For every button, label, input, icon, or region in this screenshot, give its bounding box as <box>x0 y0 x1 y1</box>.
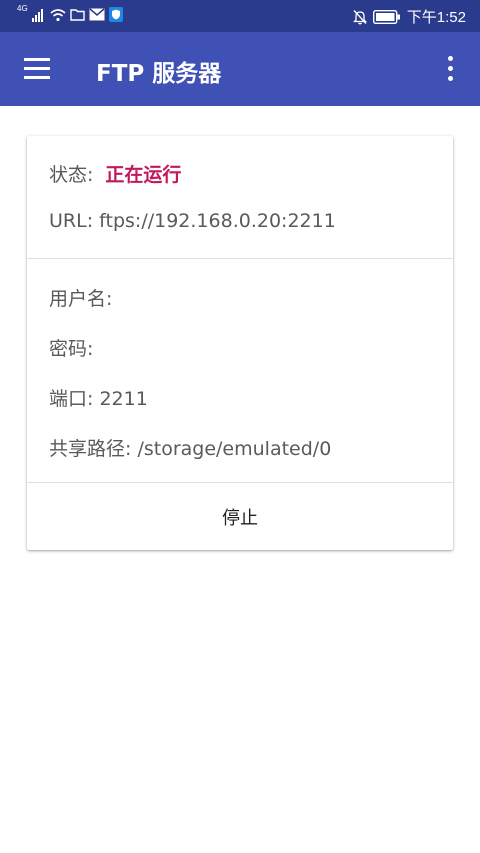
signal-icon <box>31 8 43 22</box>
hamburger-icon-line-2 <box>24 67 50 70</box>
status-bar-right: 下午1:52 <box>352 6 466 27</box>
password-label: 密码: <box>49 338 94 360</box>
share-path-value: /storage/emulated/0 <box>137 438 332 460</box>
more-vert-icon-dot-1 <box>448 56 453 61</box>
battery-icon <box>372 9 400 24</box>
stop-server-button[interactable]: 停止 <box>27 483 453 550</box>
server-status-card: 状态: 正在运行 URL: ftps://192.168.0.20:2211 用户… <box>27 136 453 550</box>
share-path-row: 共享路径: /storage/emulated/0 <box>49 434 331 461</box>
port-label: 端口: <box>49 388 94 410</box>
mail-icon <box>89 8 105 21</box>
port-value: 2211 <box>99 388 148 410</box>
shield-icon <box>108 7 123 22</box>
hamburger-icon-line-3 <box>24 76 50 79</box>
more-options-button[interactable] <box>438 53 462 85</box>
status-bar: 4G 下午1:52 <box>0 0 480 32</box>
status-value: 正在运行 <box>105 164 182 186</box>
app-title: FTP 服务器 <box>96 61 222 87</box>
share-path-label: 共享路径: <box>49 438 132 460</box>
port-row: 端口: 2211 <box>49 384 148 411</box>
url-label: URL: <box>49 210 94 232</box>
more-vert-icon-dot-2 <box>448 66 453 71</box>
status-bar-left: 4G <box>17 3 123 22</box>
wifi-icon <box>50 8 66 21</box>
notifications-off-icon <box>352 9 367 24</box>
username-row: 用户名: <box>49 284 112 311</box>
status-bar-time: 下午1:52 <box>406 9 466 26</box>
folder-icon <box>69 9 85 21</box>
hamburger-icon-line-1 <box>24 58 50 61</box>
navigation-menu-button[interactable] <box>20 53 54 85</box>
status-label: 状态: <box>49 164 94 186</box>
url-row: URL: ftps://192.168.0.20:2211 <box>49 210 336 232</box>
network-type-label: 4G <box>17 3 28 13</box>
url-value: ftps://192.168.0.20:2211 <box>99 210 336 232</box>
app-bar: FTP 服务器 <box>0 32 480 106</box>
more-vert-icon-dot-3 <box>448 76 453 81</box>
username-label: 用户名: <box>49 288 113 310</box>
password-row: 密码: <box>49 334 93 361</box>
status-row: 状态: 正在运行 <box>49 160 181 187</box>
card-divider-top <box>27 258 453 259</box>
